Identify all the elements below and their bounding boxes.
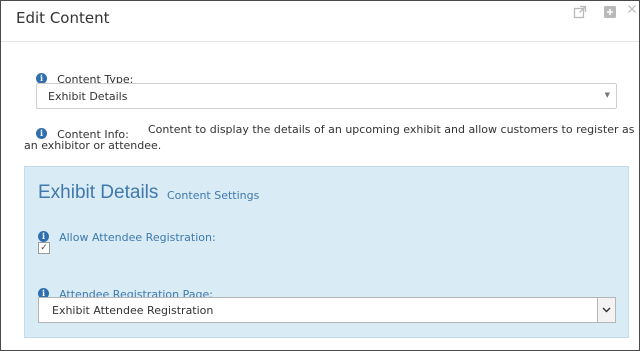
content-info-text-cont: an exhibitor or attendee. bbox=[24, 139, 162, 152]
dialog-header: Edit Content bbox=[1, 1, 639, 42]
allow-registration-label-row: i Allow Attendee Registration: bbox=[38, 226, 216, 245]
edit-content-dialog: Edit Content i Content Type: Exhibit Det… bbox=[0, 0, 640, 351]
panel-title: Exhibit Details bbox=[38, 182, 159, 203]
content-settings-label: Content Settings bbox=[167, 189, 260, 202]
plus-icon[interactable] bbox=[603, 5, 617, 19]
chevron-down-icon: ▼ bbox=[604, 91, 610, 99]
registration-page-select[interactable]: Exhibit Attendee Registration bbox=[38, 297, 616, 323]
dialog-title: Edit Content bbox=[16, 9, 110, 27]
content-info-text: Content to display the details of an upc… bbox=[148, 123, 635, 136]
registration-page-value: Exhibit Attendee Registration bbox=[52, 304, 214, 317]
close-icon[interactable] bbox=[627, 4, 641, 18]
content-type-select[interactable]: Exhibit Details ▼ bbox=[36, 83, 617, 109]
allow-registration-label: Allow Attendee Registration: bbox=[59, 231, 216, 244]
info-icon: i bbox=[36, 128, 47, 139]
checkmark-icon: ✓ bbox=[40, 243, 48, 253]
allow-registration-checkbox[interactable]: ✓ bbox=[38, 242, 50, 254]
content-type-value: Exhibit Details bbox=[48, 90, 128, 103]
exhibit-details-panel: Exhibit Details Content Settings i Allow… bbox=[24, 166, 629, 338]
chevron-down-icon[interactable] bbox=[597, 298, 615, 322]
external-link-icon[interactable] bbox=[573, 5, 587, 19]
info-icon: i bbox=[38, 231, 49, 242]
